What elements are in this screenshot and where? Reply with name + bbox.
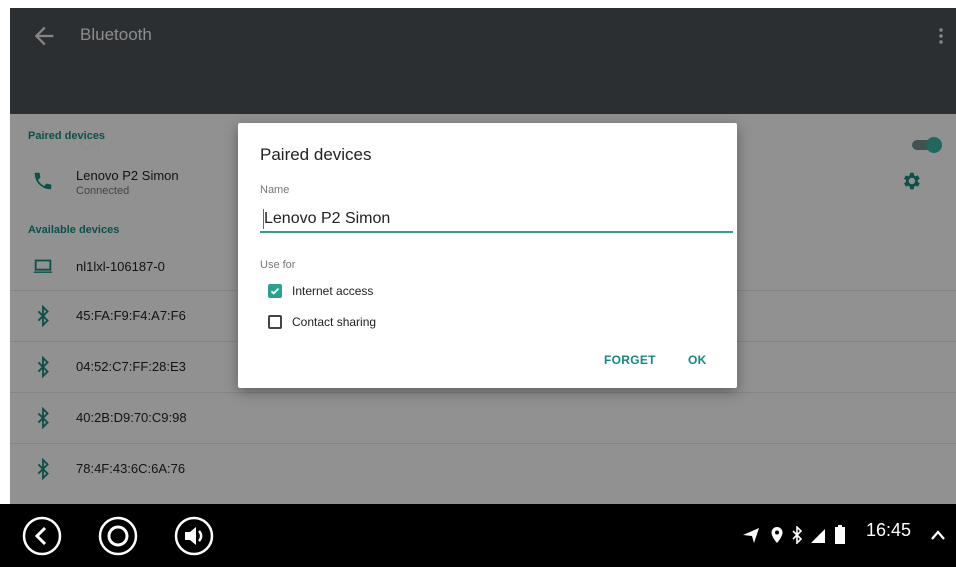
internet-access-label: Internet access [292, 284, 374, 298]
volume-nav-icon[interactable] [174, 516, 214, 556]
battery-icon [835, 525, 845, 544]
check-icon [270, 287, 280, 295]
chevron-up-icon[interactable] [930, 528, 946, 542]
signal-icon [811, 529, 825, 543]
dialog-title: Paired devices [260, 145, 372, 164]
ok-button[interactable]: OK [688, 353, 707, 367]
internet-access-checkbox[interactable] [268, 284, 282, 298]
system-nav-bar: 16:45 [0, 504, 956, 567]
contact-sharing-checkbox[interactable] [268, 315, 282, 329]
back-nav-icon[interactable] [22, 516, 62, 556]
contact-sharing-label: Contact sharing [292, 315, 377, 329]
navigation-arrow-icon [743, 528, 759, 543]
bluetooth-settings-screen: Bluetooth On Paired devices Lenovo P2 Si… [10, 8, 956, 504]
paired-device-dialog: Paired devices Name Lenovo P2 Simon Use … [238, 123, 737, 388]
device-name-input[interactable]: Lenovo P2 Simon [264, 210, 734, 232]
status-clock: 16:45 [866, 520, 912, 540]
input-underline [260, 231, 733, 233]
forget-button[interactable]: FORGET [604, 353, 656, 367]
location-icon [771, 527, 783, 543]
use-for-label: Use for [260, 259, 296, 271]
name-field-label: Name [260, 184, 290, 196]
home-nav-icon[interactable] [98, 516, 138, 556]
bluetooth-status-icon [792, 526, 803, 544]
